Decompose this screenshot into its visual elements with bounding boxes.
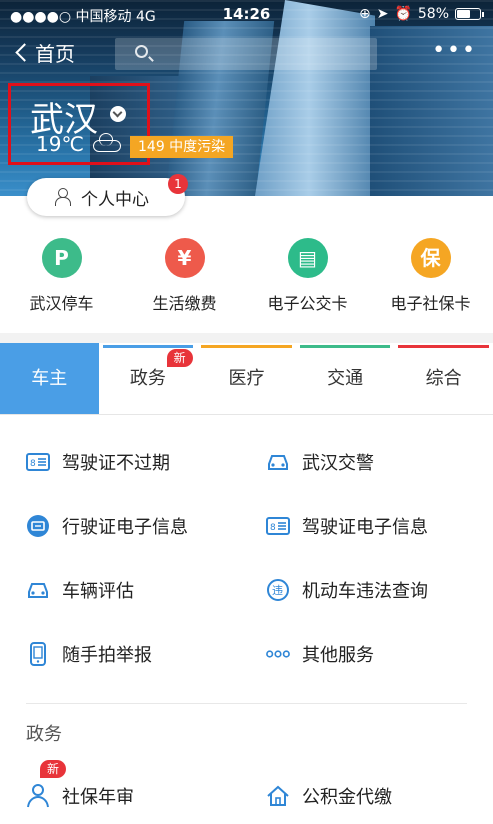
parking-icon: P	[41, 238, 82, 278]
personal-center-button[interactable]: 个人中心	[27, 178, 185, 216]
license-card-icon: 8	[26, 450, 50, 474]
tab-government[interactable]: 政务 新	[99, 343, 198, 414]
tab-color-bar	[102, 345, 194, 348]
bus-card-icon: ▤	[287, 238, 328, 278]
quick-service-parking[interactable]: P 武汉停车	[0, 238, 123, 314]
quick-service-payment[interactable]: ¥ 生活缴费	[123, 238, 246, 314]
quick-service-label: 电子公交卡	[267, 294, 348, 313]
tab-label: 医疗	[228, 368, 265, 389]
battery-icon	[455, 8, 484, 20]
service-item[interactable]: 车辆评估	[0, 558, 246, 622]
service-label: 行驶证电子信息	[62, 517, 188, 538]
quick-service-label: 电子社保卡	[390, 294, 471, 313]
car-icon	[266, 450, 290, 474]
tab-color-bar	[299, 345, 391, 348]
payment-icon: ¥	[164, 238, 205, 278]
section-separator	[0, 333, 493, 343]
quick-service-bus-card[interactable]: ▤ 电子公交卡	[246, 238, 369, 314]
service-item[interactable]: 武汉交警	[246, 430, 492, 494]
phone-icon	[26, 642, 50, 666]
chevron-down-icon[interactable]	[110, 106, 126, 122]
tab-label: 车主	[31, 368, 68, 389]
divider	[26, 703, 467, 704]
service-item[interactable]: 8 驾驶证电子信息	[246, 494, 492, 558]
violation-icon: 违	[266, 578, 290, 602]
more-button[interactable]: •••	[432, 38, 477, 63]
service-item[interactable]: 其他服务	[246, 622, 492, 686]
tab-label: 政务	[129, 368, 166, 389]
search-icon	[135, 45, 148, 58]
tab-car-owner[interactable]: 车主	[0, 343, 99, 414]
air-quality-badge: 149 中度污染	[130, 136, 234, 158]
service-item[interactable]: 随手拍举报	[0, 622, 246, 686]
service-label: 社保年审	[62, 787, 134, 808]
svg-text:8: 8	[270, 523, 276, 533]
search-input[interactable]	[115, 38, 377, 70]
service-label: 其他服务	[302, 645, 374, 666]
service-label: 机动车违法查询	[302, 581, 428, 602]
service-label: 公积金代缴	[302, 787, 392, 808]
battery-percent: 58%	[417, 6, 449, 22]
alarm-icon: ⏰	[394, 6, 412, 22]
cloud-icon	[93, 133, 121, 152]
service-label: 随手拍举报	[62, 645, 152, 666]
svg-text:8: 8	[30, 459, 36, 469]
back-button[interactable]: 首页	[14, 38, 75, 67]
location-icon: ➤	[376, 6, 389, 22]
service-label: 车辆评估	[62, 581, 134, 602]
service-label: 驾驶证电子信息	[302, 517, 428, 538]
quick-service-label: 生活缴费	[152, 294, 217, 313]
social-card-icon: 保	[410, 238, 451, 278]
notification-badge: 1	[168, 174, 188, 194]
status-bar: ●●●●○ 中国移动 4G 14:26 ⊕ ➤ ⏰ 58%	[0, 0, 493, 28]
person-icon	[55, 188, 73, 206]
personal-center-label: 个人中心	[81, 189, 149, 210]
quick-service-social-card[interactable]: 保 电子社保卡	[369, 238, 492, 314]
chevron-left-icon	[15, 43, 34, 62]
section-title: 政务	[26, 724, 62, 745]
service-label: 武汉交警	[302, 453, 374, 474]
temperature: 19℃	[36, 132, 84, 156]
tab-label: 综合	[425, 368, 462, 389]
car-icon	[26, 578, 50, 602]
gov-service-row: 社保年审 公积金代缴	[0, 768, 493, 824]
person-review-icon	[26, 784, 50, 808]
service-label: 驾驶证不过期	[62, 453, 170, 474]
category-tabs: 车主 政务 新 医疗 交通 综合	[0, 343, 493, 415]
tab-color-bar	[398, 345, 489, 348]
license-card-icon: 8	[266, 514, 290, 538]
header-banner: ●●●●○ 中国移动 4G 14:26 ⊕ ➤ ⏰ 58% 首页 ••• 武汉 …	[0, 0, 493, 196]
tab-label: 交通	[327, 368, 364, 389]
more-dots-icon	[266, 642, 290, 666]
vehicle-license-icon	[26, 514, 50, 538]
service-item[interactable]: 8 驾驶证不过期	[0, 430, 246, 494]
tab-color-bar	[201, 345, 292, 348]
service-item[interactable]: 公积金代缴	[246, 768, 492, 824]
rotation-lock-icon: ⊕	[358, 6, 371, 22]
new-badge: 新	[166, 349, 193, 367]
service-item[interactable]: 社保年审	[0, 768, 246, 824]
service-item[interactable]: 行驶证电子信息	[0, 494, 246, 558]
tab-traffic[interactable]: 交通	[296, 343, 395, 414]
back-label: 首页	[35, 42, 75, 66]
quick-service-label: 武汉停车	[29, 294, 94, 313]
tab-general[interactable]: 综合	[394, 343, 493, 414]
service-item[interactable]: 违 机动车违法查询	[246, 558, 492, 622]
home-icon	[266, 784, 290, 808]
tab-medical[interactable]: 医疗	[197, 343, 296, 414]
quick-services: P 武汉停车 ¥ 生活缴费 ▤ 电子公交卡 保 电子社保卡	[0, 238, 493, 314]
service-grid: 8 驾驶证不过期 武汉交警 行驶证电子信息 8 驾驶证电子信息 车辆评估 违 机…	[0, 430, 493, 686]
svg-text:违: 违	[272, 584, 283, 597]
